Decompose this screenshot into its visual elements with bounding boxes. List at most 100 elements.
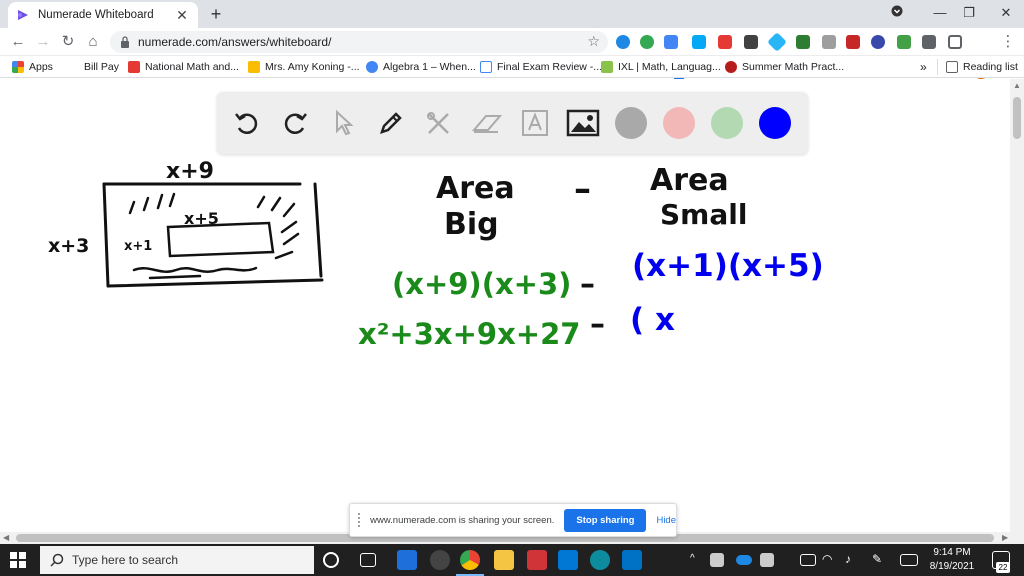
new-tab-button[interactable]: +	[206, 4, 226, 24]
stop-sharing-button[interactable]: Stop sharing	[564, 508, 647, 532]
extension-icon[interactable]	[640, 35, 654, 49]
more-menu-icon[interactable]: ⋮	[998, 32, 1018, 52]
tray-app-icon[interactable]	[710, 553, 724, 567]
bookmarks-overflow-icon[interactable]: »	[920, 60, 927, 74]
edge-icon[interactable]	[590, 550, 610, 570]
color-swatch-blue[interactable]	[759, 107, 791, 139]
extension-icon[interactable]	[718, 35, 732, 49]
bookmarks-divider	[937, 59, 938, 75]
extension-icon[interactable]	[664, 35, 678, 49]
text-button[interactable]	[517, 105, 553, 141]
file-explorer-icon[interactable]	[494, 550, 514, 570]
extension-icon[interactable]	[796, 35, 810, 49]
tray-app-icon[interactable]	[760, 553, 774, 567]
onedrive-icon[interactable]	[736, 555, 752, 565]
tools-button[interactable]	[421, 105, 457, 141]
image-button[interactable]	[565, 105, 601, 141]
profile-menu-icon[interactable]	[885, 2, 909, 24]
cast-icon[interactable]	[948, 35, 962, 49]
back-icon[interactable]: ←	[8, 32, 28, 52]
search-icon	[50, 553, 64, 567]
extension-icon[interactable]	[767, 32, 787, 52]
outlook-icon[interactable]	[622, 550, 642, 570]
bookmark-bill-pay[interactable]: Bill Pay	[84, 60, 119, 74]
windows-start-icon[interactable]	[10, 552, 26, 568]
pen-icon	[380, 112, 402, 134]
tools-icon	[427, 112, 449, 134]
hide-button[interactable]: Hide	[656, 515, 676, 526]
restore-icon[interactable]: ❐	[957, 2, 981, 24]
chrome-taskbar-icon[interactable]	[460, 550, 480, 570]
pen-workspace-icon[interactable]: ✎	[872, 552, 882, 566]
extension-icon[interactable]	[871, 35, 885, 49]
clock-time[interactable]: 9:14 PM	[928, 547, 976, 558]
wifi-icon[interactable]: ◠	[822, 552, 832, 566]
close-window-icon[interactable]: ✕	[994, 2, 1018, 24]
browser-tab[interactable]: Numerade Whiteboard ✕	[8, 2, 198, 28]
tray-arrow-icon[interactable]: ^	[690, 553, 695, 564]
bookmark-algebra[interactable]: Algebra 1 – When...	[366, 60, 476, 74]
bookmark-apps[interactable]: Apps	[12, 60, 53, 74]
battery-icon[interactable]	[800, 554, 816, 566]
bookmark-summer-math[interactable]: Summer Math Pract...	[725, 60, 844, 74]
minimize-icon[interactable]: —	[928, 2, 952, 24]
eraser-button[interactable]	[469, 105, 505, 141]
address-bar[interactable]: numerade.com/answers/whiteboard/ ☆	[110, 31, 608, 53]
image-icon	[566, 109, 600, 137]
store-icon[interactable]	[558, 550, 578, 570]
bookmark-page-icon	[480, 61, 492, 73]
scroll-left-icon[interactable]: ◀	[3, 533, 9, 542]
color-swatch-pink[interactable]	[663, 107, 695, 139]
pdf-extension-icon[interactable]	[846, 35, 860, 49]
globe-icon	[366, 61, 378, 73]
windows-taskbar: Type here to search ^ ◠ ♪ ✎ 9:14 PM 8/19…	[0, 544, 1024, 576]
bookmark-page-icon	[248, 61, 260, 73]
bookmark-ixl[interactable]: IXL | Math, Languag...	[601, 60, 721, 74]
pen-button[interactable]	[373, 105, 409, 141]
reading-list-button[interactable]: Reading list	[946, 60, 1018, 74]
home-icon[interactable]: ⌂	[83, 32, 103, 52]
bookmark-amy-koning[interactable]: Mrs. Amy Koning -...	[248, 60, 360, 74]
extension-icon[interactable]	[616, 35, 630, 49]
vertical-scroll-thumb[interactable]	[1013, 97, 1021, 139]
bookmarks-bar: Apps Bill Pay National Math and... Mrs. …	[0, 56, 1024, 78]
tab-close-icon[interactable]: ✕	[174, 7, 190, 24]
color-swatch-gray[interactable]	[615, 107, 647, 139]
bookmark-star-icon[interactable]: ☆	[587, 33, 600, 50]
national-math-icon	[128, 61, 140, 73]
bookmark-national-math[interactable]: National Math and...	[128, 60, 239, 74]
taskbar-search-box[interactable]: Type here to search	[40, 546, 314, 574]
drag-handle-icon[interactable]	[358, 513, 362, 527]
extension-icon[interactable]	[897, 35, 911, 49]
photos-app-icon[interactable]	[397, 550, 417, 570]
eraser-icon	[471, 115, 503, 133]
redo-button[interactable]	[277, 105, 313, 141]
extension-icon[interactable]	[744, 35, 758, 49]
pointer-button[interactable]	[325, 105, 361, 141]
search-placeholder: Type here to search	[72, 553, 179, 567]
numerade-logo-icon	[18, 10, 28, 20]
tab-strip: Numerade Whiteboard ✕ + — ❐ ✕	[0, 0, 1024, 28]
address-toolbar: ← → ↻ ⌂ numerade.com/answers/whiteboard/…	[0, 28, 1024, 80]
keyboard-icon[interactable]	[900, 554, 918, 566]
forward-icon[interactable]: →	[33, 32, 53, 52]
extension-icon[interactable]	[822, 35, 836, 49]
volume-icon[interactable]: ♪	[845, 552, 851, 566]
scroll-up-icon[interactable]: ▲	[1013, 81, 1021, 90]
extensions-puzzle-icon[interactable]	[922, 35, 936, 49]
color-swatch-green[interactable]	[711, 107, 743, 139]
app-icon[interactable]	[527, 550, 547, 570]
bookmark-final-exam[interactable]: Final Exam Review -...	[480, 60, 602, 74]
apps-grid-icon	[12, 61, 24, 73]
undo-button[interactable]	[229, 105, 265, 141]
clock-date[interactable]: 8/19/2021	[928, 561, 976, 572]
cortana-icon[interactable]	[323, 552, 339, 568]
media-app-icon[interactable]	[430, 550, 450, 570]
reading-list-icon	[946, 61, 958, 73]
extension-icon[interactable]	[692, 35, 706, 49]
undo-icon	[235, 113, 258, 134]
reload-icon[interactable]: ↻	[58, 32, 78, 52]
task-view-icon[interactable]	[360, 553, 376, 567]
vertical-scrollbar[interactable]: ▲	[1010, 79, 1024, 532]
scroll-right-icon[interactable]: ▶	[1002, 533, 1008, 542]
